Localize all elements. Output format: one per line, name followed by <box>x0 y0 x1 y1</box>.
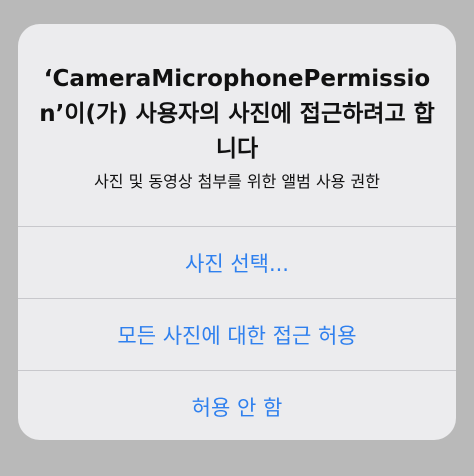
alert-title: ‘CameraMicrophonePermission’이(가) 사용자의 사진… <box>39 66 435 162</box>
dont-allow-button[interactable]: 허용 안 함 <box>18 370 456 440</box>
alert-message: 사진 및 동영상 첨부를 위한 앨범 사용 권한 <box>94 172 380 191</box>
allow-all-photos-button[interactable]: 모든 사진에 대한 접근 허용 <box>18 298 456 370</box>
permission-alert: ‘CameraMicrophonePermission’이(가) 사용자의 사진… <box>18 24 456 440</box>
select-photos-button[interactable]: 사진 선택... <box>18 226 456 298</box>
alert-header: ‘CameraMicrophonePermission’이(가) 사용자의 사진… <box>18 24 456 226</box>
